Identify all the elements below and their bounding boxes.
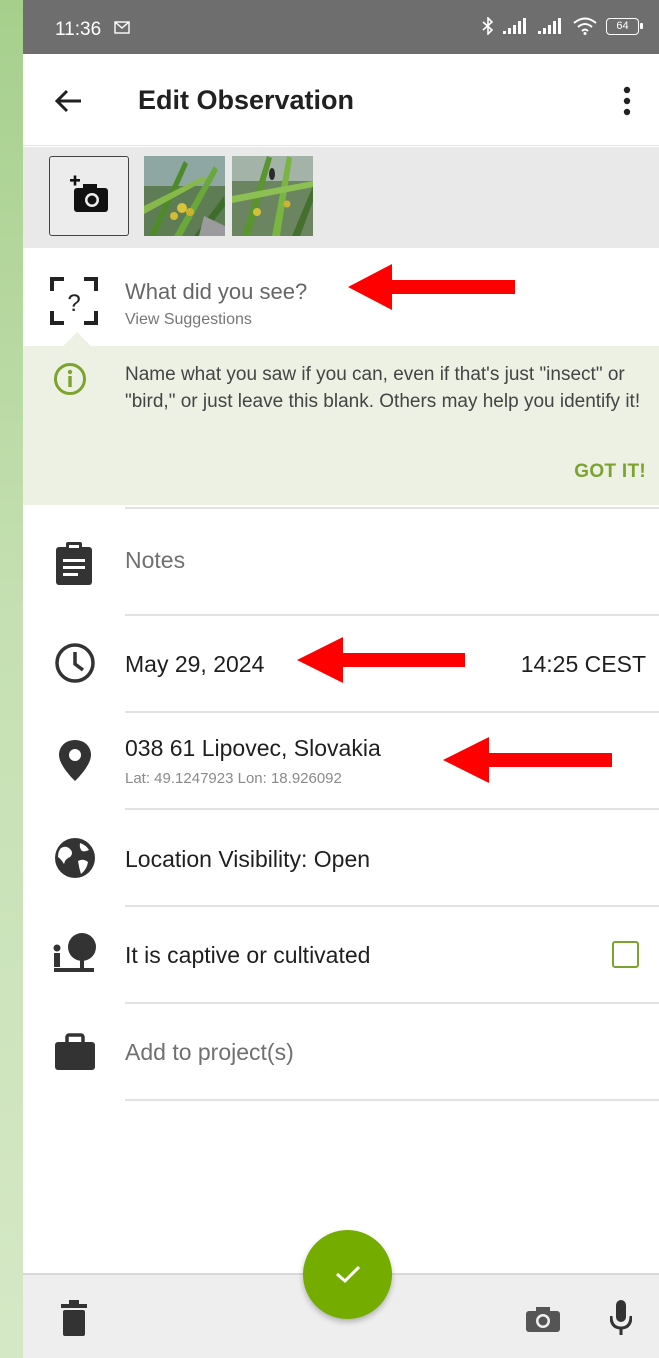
app-bar: Edit Observation [23,54,659,146]
species-prompt[interactable]: What did you see? [125,279,307,305]
status-icons: 64 [482,17,643,35]
annotation-arrow [443,737,612,783]
check-icon [336,1265,361,1284]
list-end [23,1099,659,1101]
photo-thumbnail[interactable] [144,156,225,236]
globe-icon [55,838,95,878]
divider [125,614,659,616]
tip-text: Name what you saw if you can, even if th… [125,364,641,412]
divider [125,905,659,907]
location-coordinates: Lat: 49.1247923 Lon: 18.926092 [125,770,342,787]
captive-label: It is captive or cultivated [125,942,371,968]
add-photo-icon [70,175,108,212]
clipboard-icon [56,542,92,585]
bluetooth-icon [482,17,494,35]
species-unknown-icon: ? [50,277,98,325]
photo-strip [23,147,659,248]
observation-time[interactable]: 14:25 CEST [521,651,646,678]
info-icon [54,363,86,395]
location-visibility-field[interactable]: Location Visibility: Open [23,808,659,905]
captive-field[interactable]: It is captive or cultivated [23,905,659,1002]
divider [125,1002,659,1004]
signal-icon [538,18,561,34]
divider [125,808,659,810]
location-visibility[interactable]: Location Visibility: Open [125,846,370,873]
projects-field[interactable]: Add to project(s) [23,1002,659,1099]
divider [125,1099,659,1101]
clock-icon [55,643,95,683]
notes-field[interactable]: Notes [23,507,659,604]
more-vert-icon[interactable] [616,84,638,118]
briefcase-icon [55,1033,95,1070]
trash-icon[interactable] [61,1300,87,1336]
arrow-left-icon[interactable] [53,85,85,117]
observation-date[interactable]: May 29, 2024 [125,651,264,678]
notes-placeholder[interactable]: Notes [125,547,185,574]
status-time: 11:36 [55,19,102,40]
divider [125,711,659,713]
camera-icon[interactable] [526,1306,560,1332]
tip-caret [63,332,91,346]
app-screen: 11:36 64 Edit Observation ? What did you… [23,0,659,1358]
wifi-icon [573,17,597,35]
battery-icon: 64 [606,17,643,35]
view-suggestions-link[interactable]: View Suggestions [125,311,252,329]
annotation-arrow [348,264,515,310]
side-strip [0,0,23,1358]
species-tip: Name what you saw if you can, even if th… [23,332,659,505]
svg-text:?: ? [67,290,80,317]
divider [125,507,659,509]
page-title: Edit Observation [138,85,355,115]
projects-placeholder[interactable]: Add to project(s) [125,1039,294,1066]
add-photo-button[interactable] [49,156,129,236]
save-observation-button[interactable] [303,1230,392,1319]
photo-thumbnail[interactable] [232,156,313,236]
microphone-icon[interactable] [610,1300,632,1338]
status-bar: 11:36 64 [23,0,659,54]
location-pin-icon [59,740,91,781]
got-it-button[interactable]: GOT IT! [574,461,646,483]
species-field[interactable]: ? What did you see? View Suggestions [23,248,659,344]
captive-tree-icon [53,933,96,972]
captive-checkbox[interactable] [612,941,639,968]
message-icon [114,21,130,34]
signal-icon [503,18,526,34]
annotation-arrow [297,637,465,683]
location-name[interactable]: 038 61 Lipovec, Slovakia [125,735,381,762]
